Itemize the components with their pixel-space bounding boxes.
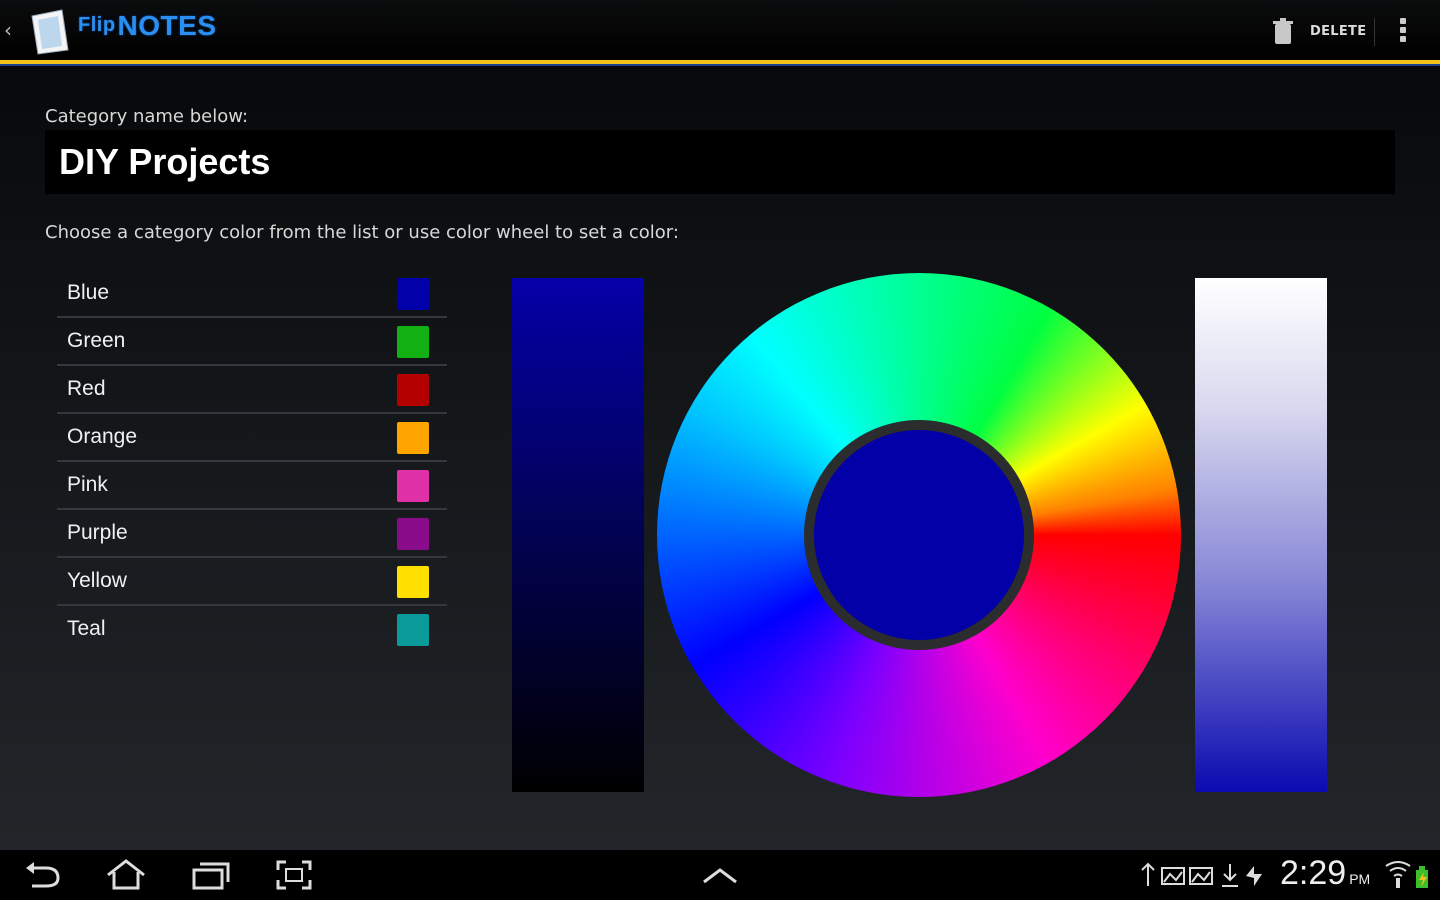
wifi-battery-icons[interactable] <box>1384 860 1434 890</box>
color-swatch <box>397 278 429 310</box>
color-name: Purple <box>67 521 128 544</box>
back-chevron-icon[interactable]: ‹ <box>4 18 12 42</box>
overflow-menu-icon[interactable] <box>1398 18 1408 46</box>
color-item-pink[interactable]: Pink <box>57 462 447 510</box>
notification-icons[interactable] <box>1138 860 1278 890</box>
action-bar-divider <box>1374 18 1375 46</box>
color-list: Blue Green Red Orange Pink Purple Yellow… <box>57 270 447 654</box>
color-item-red[interactable]: Red <box>57 366 447 414</box>
logo-prefix: Flip <box>78 14 116 36</box>
system-nav-bar: 2:29 PM <box>0 850 1440 900</box>
color-swatch <box>397 614 429 646</box>
recent-apps-icon[interactable] <box>188 858 232 892</box>
color-swatch <box>397 374 429 406</box>
color-name: Red <box>67 377 106 400</box>
color-swatch <box>397 470 429 502</box>
brightness-slider[interactable] <box>512 278 644 792</box>
color-swatch <box>397 518 429 550</box>
color-name: Yellow <box>67 569 127 592</box>
color-swatch <box>397 326 429 358</box>
trash-icon[interactable] <box>1272 18 1294 46</box>
delete-button[interactable]: DELETE <box>1310 24 1366 39</box>
status-clock: 2:29 PM <box>1280 854 1370 893</box>
selected-color-preview[interactable] <box>804 420 1034 650</box>
back-icon[interactable] <box>22 858 66 892</box>
color-name: Pink <box>67 473 108 496</box>
screenshot-icon[interactable] <box>272 858 316 892</box>
color-name: Green <box>67 329 126 352</box>
clock-time: 2:29 <box>1280 854 1347 892</box>
color-item-blue[interactable]: Blue <box>57 270 447 318</box>
clock-ampm: PM <box>1349 871 1371 887</box>
category-name-label: Category name below: <box>45 106 249 127</box>
category-name-input[interactable]: DIY Projects <box>45 130 1395 194</box>
saturation-slider[interactable] <box>1195 278 1327 792</box>
color-swatch <box>397 422 429 454</box>
app-logo-text: FlipNOTES <box>78 10 217 42</box>
app-logo-icon[interactable] <box>28 8 72 56</box>
color-swatch <box>397 566 429 598</box>
category-color-label: Choose a category color from the list or… <box>45 222 679 243</box>
color-name: Teal <box>67 617 106 640</box>
chevron-up-icon[interactable] <box>698 858 742 892</box>
color-name: Blue <box>67 281 110 304</box>
logo-main: NOTES <box>117 10 217 41</box>
color-item-green[interactable]: Green <box>57 318 447 366</box>
color-item-orange[interactable]: Orange <box>57 414 447 462</box>
color-wheel[interactable] <box>657 273 1181 797</box>
color-item-yellow[interactable]: Yellow <box>57 558 447 606</box>
color-item-purple[interactable]: Purple <box>57 510 447 558</box>
color-item-teal[interactable]: Teal <box>57 606 447 654</box>
action-bar: ‹ FlipNOTES DELETE <box>0 0 1440 66</box>
color-name: Orange <box>67 425 138 448</box>
home-icon[interactable] <box>104 858 148 892</box>
